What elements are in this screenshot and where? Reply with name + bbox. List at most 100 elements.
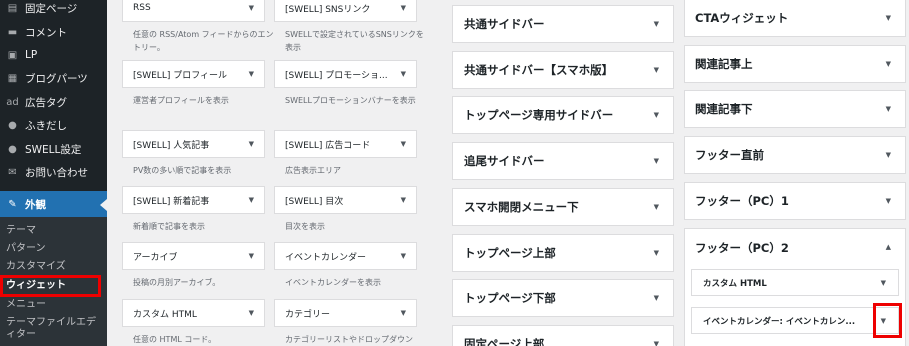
active-pointer [100,199,107,212]
chevron-down-icon[interactable]: ▼ [886,151,891,159]
chevron-down-icon[interactable]: ▼ [401,309,406,317]
sidebar-item-label: コメント [25,26,67,39]
chevron-down-icon[interactable]: ▼ [401,4,406,12]
chevron-down-icon[interactable]: ▼ [654,66,659,74]
widget-description: PV数の多い順で記事を表示 [133,166,232,175]
comment-icon: ▬ [7,26,18,38]
sidebar-item-label: 外観 [25,198,46,211]
placed-widget-event-calendar[interactable]: イベントカレンダー: イベントカレン... ▼ [691,307,899,334]
chevron-down-icon[interactable]: ▼ [249,140,254,148]
widget-area[interactable]: トップページ専用サイドバー ▼ [452,96,674,135]
widget-area[interactable]: 関連記事下 ▼ [684,90,906,129]
widget-area-title: 共通サイドバー [464,17,545,31]
widget-area[interactable]: トップページ上部 ▼ [452,233,674,272]
chevron-down-icon[interactable]: ▼ [654,111,659,119]
chevron-down-icon[interactable]: ▼ [401,196,406,204]
available-widget[interactable]: [SWELL] 人気記事 ▼ [122,130,265,158]
available-widget[interactable]: [SWELL] 新着記事 ▼ [122,186,265,214]
chevron-down-icon[interactable]: ▼ [401,252,406,260]
available-widget[interactable]: イベントカレンダー ▼ [274,242,417,270]
chevron-down-icon[interactable]: ▼ [249,70,254,78]
sidebar-item[interactable]: ▤ 固定ページ [0,0,107,20]
submenu-item[interactable]: パターン [0,240,107,258]
mail-icon: ✉ [8,166,17,178]
available-widget[interactable]: [SWELL] SNSリンク ▼ [274,0,417,22]
chevron-down-icon[interactable]: ▼ [654,249,659,257]
page-icon: ▤ [7,3,18,15]
widget-area-title: フッター直前 [695,148,764,163]
sidebar-item-label: ふきだし [25,120,67,133]
chevron-down-icon[interactable]: ▼ [886,197,891,205]
chevron-down-icon[interactable]: ▼ [401,140,406,148]
available-widget[interactable]: カテゴリー ▼ [274,299,417,327]
expand-icon[interactable]: ▲ [886,243,891,251]
available-widget[interactable]: アーカイブ ▼ [122,242,265,270]
widget-description: 目次を表示 [285,222,325,231]
sidebar-item[interactable]: ▬ コメント [0,20,107,43]
widget-area[interactable]: スマホ開閉メニュー下 ▼ [452,187,674,226]
available-widget[interactable]: [SWELL] プロフィール ▼ [122,60,265,88]
sidebar-item-label: ブログパーツ [25,73,88,86]
sidebar-item[interactable]: ad 広告タグ [0,91,107,114]
chevron-down-icon[interactable]: ▼ [886,14,891,22]
chevron-down-icon[interactable]: ▼ [654,294,659,302]
widget-area[interactable]: 共通サイドバー【スマホ版】 ▼ [452,50,674,89]
widget-area[interactable]: 固定ページ上部 ▼ [452,324,674,346]
available-widget[interactable]: RSS ▼ [122,0,265,22]
sidebar-item[interactable]: ● SWELL設定 [0,137,107,160]
widget-description: カテゴリーリストやドロップダウン [285,335,413,344]
widget-area[interactable]: CTAウィジェット ▼ [684,0,906,37]
widget-description: 投稿の月別アーカイブ。 [133,278,221,287]
available-widget[interactable]: [SWELL] 広告コード ▼ [274,130,417,158]
widget-title: カスタム HTML [133,309,197,320]
placed-widget-title: カスタム HTML [703,278,767,289]
submenu-item[interactable]: メニュー [0,296,107,314]
widget-title: [SWELL] プロモーショ... [285,70,388,81]
widget-description: 新着順で記事を表示 [133,222,205,231]
sidebar-item[interactable]: ● ふきだし [0,114,107,137]
widget-area[interactable]: フッター直前 ▼ [684,136,906,175]
widget-area[interactable]: 関連記事上 ▼ [684,44,906,83]
submenu-item[interactable]: テーマファイルエディター [0,314,107,344]
widget-area-header[interactable]: フッター（PC）2 ▲ [685,229,905,267]
chevron-down-icon[interactable]: ▼ [886,60,891,68]
available-widget[interactable]: [SWELL] 目次 ▼ [274,186,417,214]
widget-area[interactable]: トップページ下部 ▼ [452,279,674,318]
widget-title: [SWELL] 広告コード [285,140,371,151]
widget-area-title: 固定ページ上部 [464,336,545,346]
chevron-down-icon[interactable]: ▼ [881,279,886,287]
widget-area[interactable]: 共通サイドバー ▼ [452,5,674,43]
widget-area[interactable]: フッター（PC）1 ▼ [684,181,906,220]
widget-area[interactable]: 追尾サイドバー ▼ [452,142,674,181]
chevron-down-icon[interactable]: ▼ [654,340,659,346]
chevron-down-icon[interactable]: ▼ [401,70,406,78]
chevron-down-icon[interactable]: ▼ [249,196,254,204]
sidebar-item-label: SWELL設定 [25,143,82,156]
sidebar-item-label: LP [25,49,38,62]
appearance-icon: ✎ [8,198,17,210]
available-widget[interactable]: [SWELL] プロモーショ... ▼ [274,60,417,88]
available-widget[interactable]: カスタム HTML ▼ [122,299,265,327]
chevron-down-icon[interactable]: ▼ [654,20,659,28]
blog-parts-icon: ▦ [7,73,18,85]
sidebar-item[interactable]: ✉ お問い合わせ [0,161,107,184]
submenu-item[interactable]: カスタマイズ [0,258,107,276]
chevron-down-icon[interactable]: ▼ [249,252,254,260]
sidebar-item[interactable]: ▦ ブログパーツ [0,67,107,90]
sidebar-item-appearance[interactable]: ✎ 外観 [0,191,107,218]
widget-description: SWELLプロモーションバナーを表示 [285,96,416,105]
chevron-down-icon[interactable]: ▼ [654,203,659,211]
placed-widget-custom-html[interactable]: カスタム HTML ▼ [691,269,899,296]
ad-tag-icon: ad [6,96,19,108]
widget-area-title: トップページ上部 [464,245,556,260]
sidebar-item[interactable]: ▣ LP [0,44,107,67]
widget-area-title: トップページ専用サイドバー [464,108,614,123]
chevron-down-icon[interactable]: ▼ [249,4,254,12]
chevron-down-icon[interactable]: ▼ [886,105,891,113]
lp-icon: ▣ [7,49,18,61]
chevron-down-icon[interactable]: ▼ [654,157,659,165]
submenu-item[interactable]: テーマ [0,222,107,240]
widget-description: 運営者プロフィールを表示 [133,96,229,105]
widget-area-title: 関連記事下 [695,102,753,117]
chevron-down-icon[interactable]: ▼ [249,309,254,317]
